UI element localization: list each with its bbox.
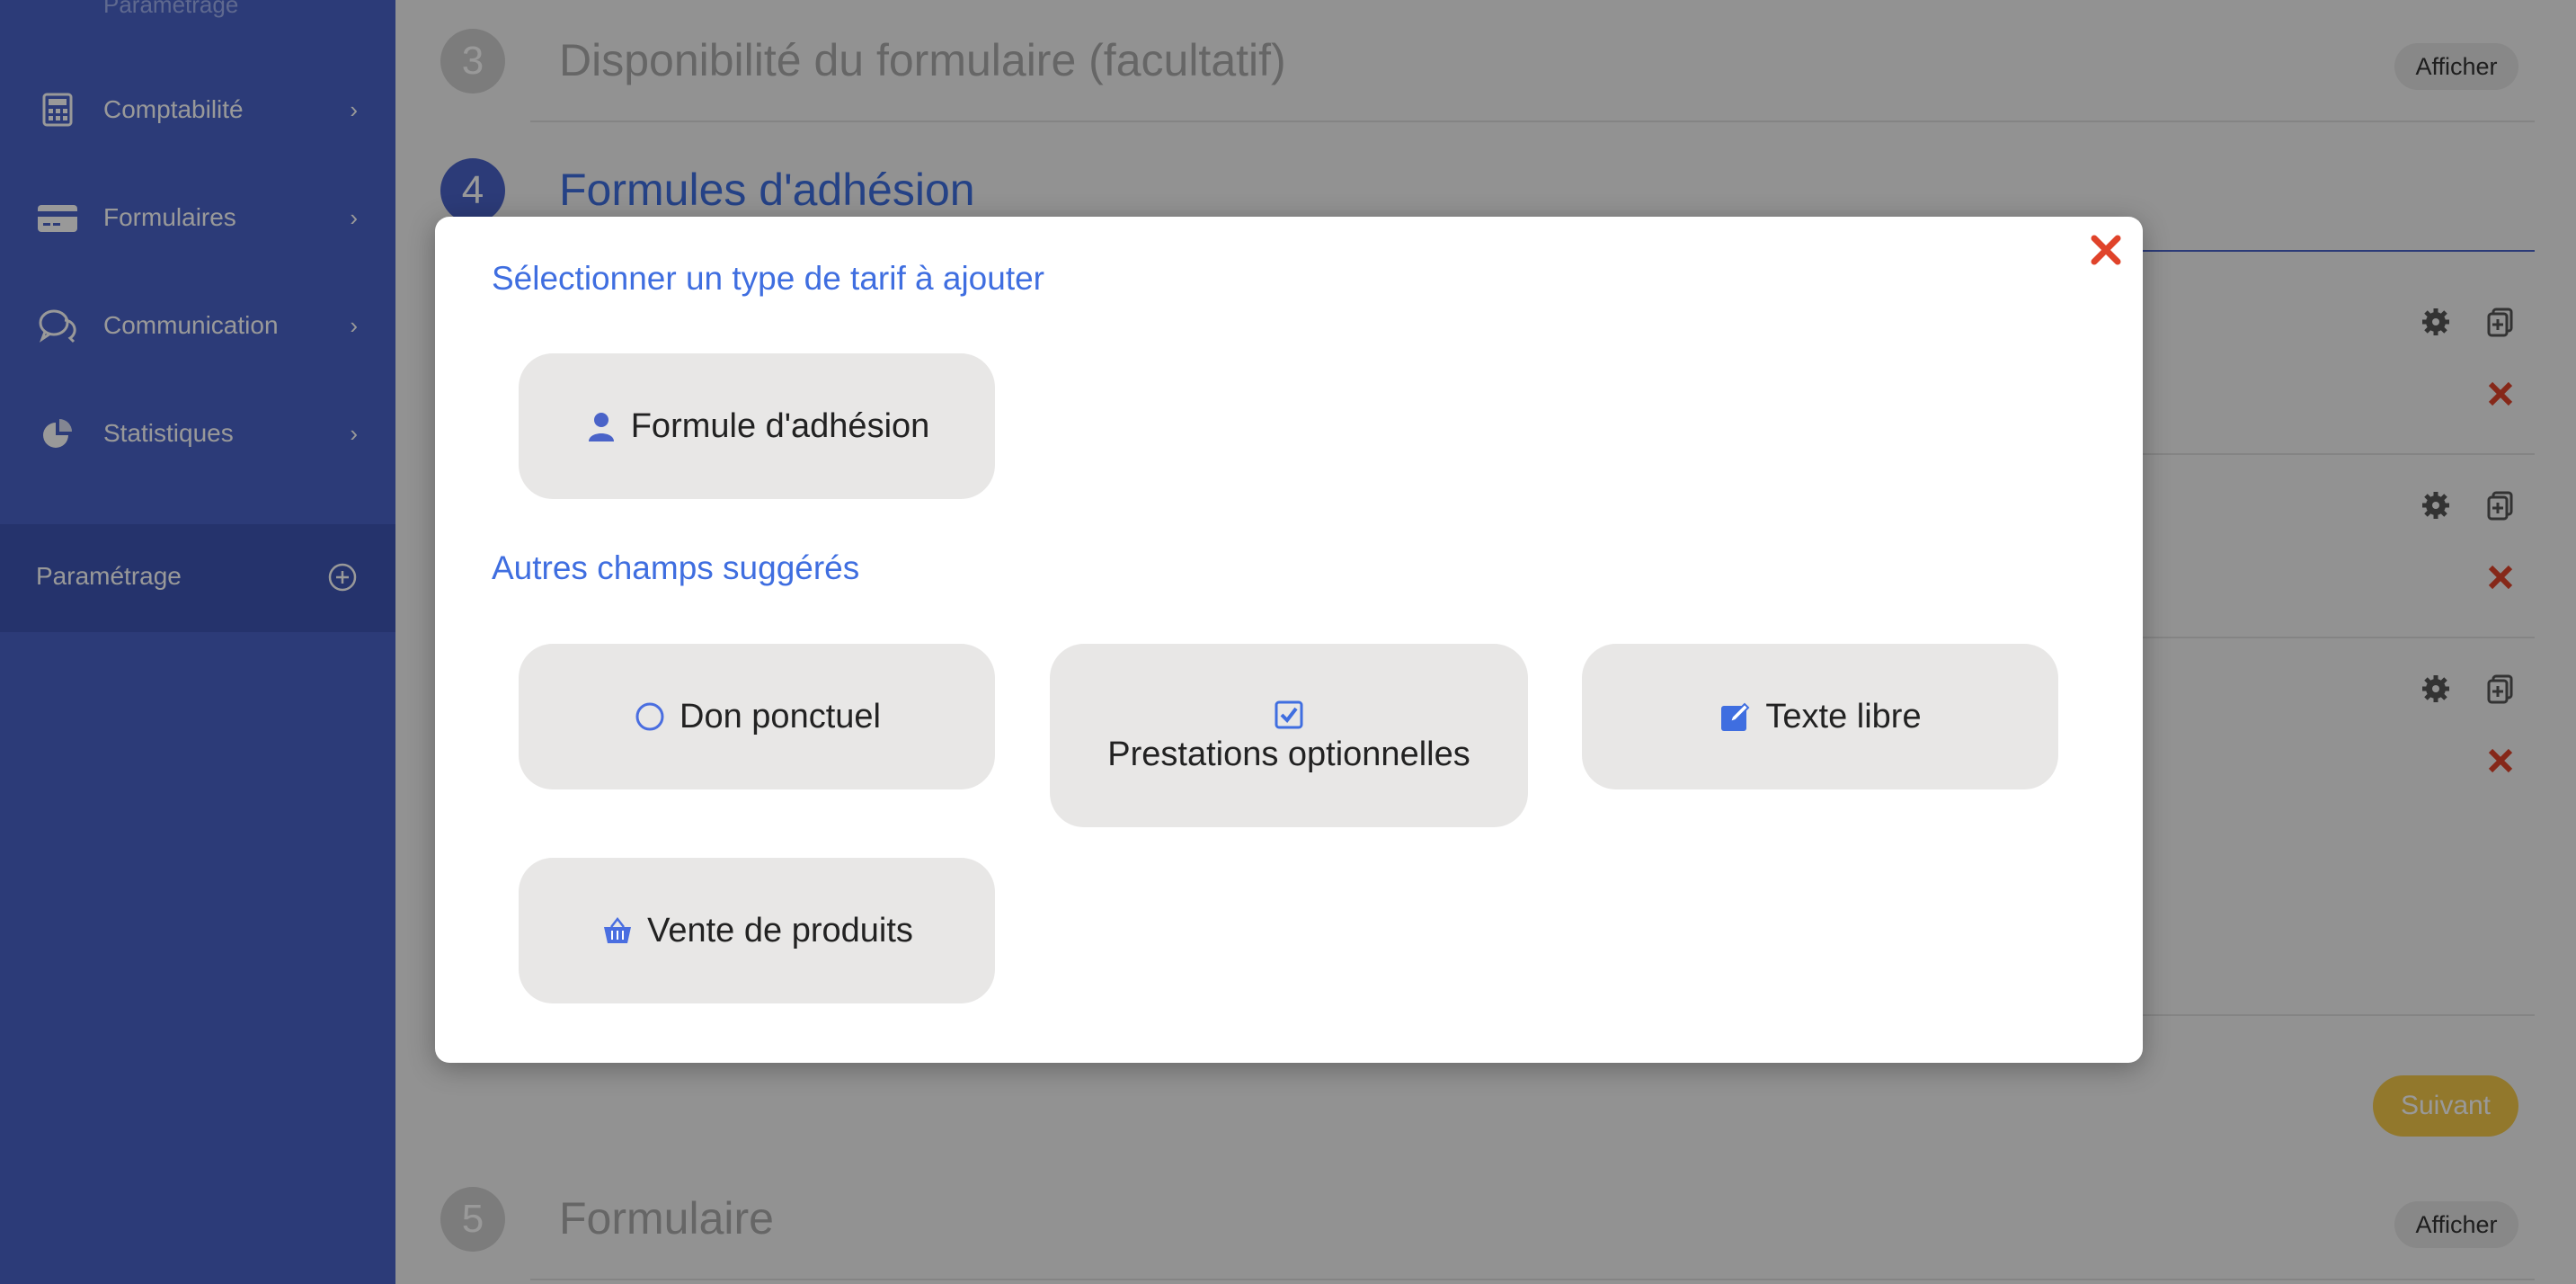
option-label: Vente de produits [647,911,913,950]
user-icon [584,409,618,443]
edit-icon [1719,700,1753,734]
checkbox-icon [1272,698,1306,732]
modal-title: Sélectionner un type de tarif à ajouter [492,260,1044,297]
don-ponctuel-option[interactable]: Don ponctuel [519,644,995,789]
texte-libre-option[interactable]: Texte libre [1582,644,2058,789]
circle-icon [633,700,667,734]
tarif-type-modal: Sélectionner un type de tarif à ajouter … [435,217,2143,1063]
option-label: Don ponctuel [680,697,881,736]
vente-produits-option[interactable]: Vente de produits [519,858,995,1003]
close-icon[interactable] [2082,226,2130,274]
option-label: Texte libre [1765,697,1922,736]
option-label: Formule d'adhésion [630,406,930,445]
formule-adhesion-option[interactable]: Formule d'adhésion [519,353,995,499]
option-label: Prestations optionnelles [1107,735,1470,773]
prestations-optionnelles-option[interactable]: Prestations optionnelles [1050,644,1528,827]
basket-icon [600,914,635,948]
suggested-title: Autres champs suggérés [492,549,860,586]
